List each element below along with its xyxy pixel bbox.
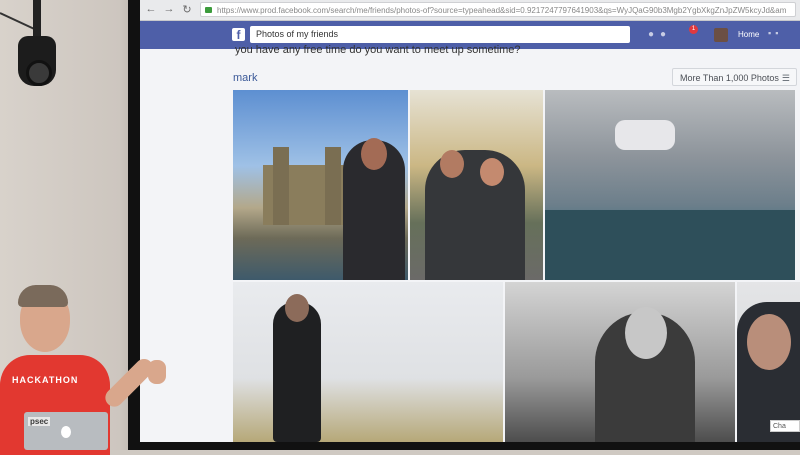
facebook-logo[interactable]: f (232, 28, 245, 42)
laptop: psec (24, 412, 108, 450)
photo-standing-person[interactable] (233, 282, 503, 442)
more-photos-button[interactable]: More Than 1,000 Photos ☰ (672, 68, 797, 86)
avatar[interactable] (714, 28, 728, 42)
photo-tower-bridge[interactable] (233, 90, 408, 280)
more-photos-label: More Than 1,000 Photos (680, 73, 779, 83)
home-link[interactable]: Home (738, 30, 759, 39)
bridge-shape (263, 147, 353, 225)
person-figure (343, 138, 405, 280)
ceiling-camera (18, 36, 56, 86)
chat-tab[interactable]: Cha (770, 420, 800, 432)
presenter-hand (148, 360, 166, 384)
forward-icon[interactable]: → (162, 3, 176, 15)
projected-screen: ← → ↻ https://www.prod.facebook.com/sear… (140, 0, 800, 442)
lock-icon (205, 7, 212, 13)
photo-smiling-man[interactable] (505, 282, 735, 442)
photo-portrait[interactable] (737, 282, 800, 442)
apple-logo-icon (61, 426, 71, 438)
reload-icon[interactable]: ↻ (180, 3, 194, 16)
url-text: https://www.prod.facebook.com/search/me/… (217, 6, 787, 15)
couple-figure (425, 150, 525, 280)
laptop-sticker: psec (28, 417, 51, 426)
back-icon[interactable]: ← (144, 3, 158, 15)
smiling-figure (595, 307, 695, 442)
address-bar[interactable]: https://www.prod.facebook.com/search/me/… (200, 2, 796, 17)
trampoline-floor (545, 210, 795, 280)
notification-badge[interactable]: 1 (689, 25, 698, 34)
presenter-hair (18, 285, 68, 307)
message-text: you have any free time do you want to me… (235, 44, 521, 56)
jumper-figure (615, 120, 675, 150)
photo-couple[interactable] (410, 90, 543, 280)
camera-mount (33, 0, 41, 40)
presenter: HACKATHON psec (0, 285, 166, 455)
browser-toolbar: ← → ↻ https://www.prod.facebook.com/sear… (140, 0, 800, 21)
settings-icon[interactable]: ▪▪ (768, 28, 782, 38)
shirt-text: HACKATHON (12, 375, 79, 385)
friend-requests-icon[interactable]: ●● (648, 29, 672, 40)
author-name[interactable]: mark (233, 72, 257, 84)
menu-icon: ☰ (781, 73, 790, 83)
standing-figure (273, 294, 321, 442)
search-input[interactable]: Photos of my friends (250, 26, 630, 43)
photo-trampoline[interactable] (545, 90, 795, 280)
